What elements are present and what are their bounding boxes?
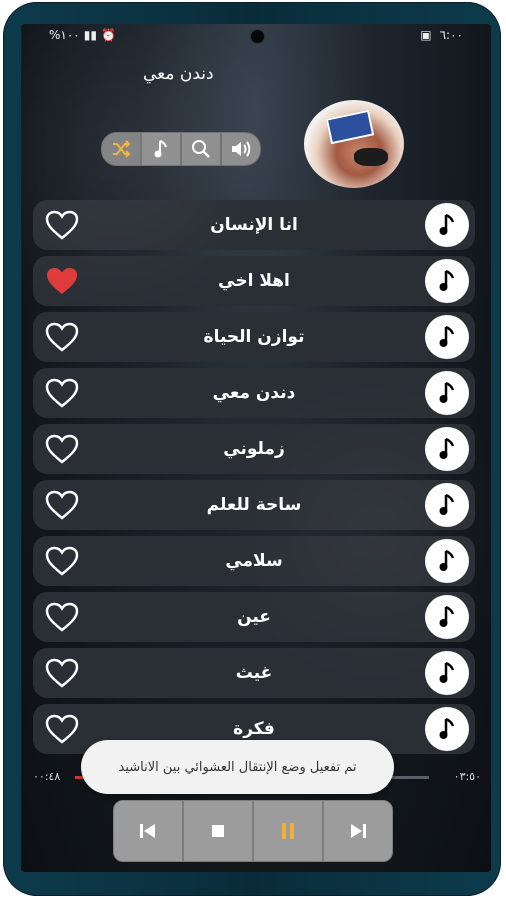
- song-title: اهلا اخي: [218, 271, 290, 291]
- music-note-icon: [439, 661, 455, 683]
- music-note-icon: [154, 140, 167, 158]
- song-row[interactable]: ساحة للعلم: [33, 480, 475, 530]
- song-title: عين: [237, 607, 271, 627]
- search-icon: [192, 140, 210, 158]
- favorite-button[interactable]: [43, 488, 81, 522]
- song-title: انا الإنسان: [210, 215, 298, 235]
- album-art-sticker: [325, 109, 375, 145]
- album-art: [304, 100, 404, 188]
- shuffle-button[interactable]: [101, 132, 141, 166]
- favorite-button[interactable]: [43, 208, 81, 242]
- heart-outline-icon: [45, 434, 79, 464]
- notification-icon: ▣: [420, 28, 432, 42]
- heart-outline-icon: [45, 714, 79, 744]
- music-note-icon: [439, 269, 455, 291]
- heart-outline-icon: [45, 546, 79, 576]
- song-row[interactable]: توازن الحياة: [33, 312, 475, 362]
- music-note-icon: [439, 717, 455, 739]
- song-list: انا الإنسان اهلا اخي توازن الحياة دندن م…: [33, 200, 475, 760]
- play-song-button[interactable]: [425, 595, 469, 639]
- status-left: %١٠٠ ▮▮ ⏰: [49, 28, 116, 42]
- heart-filled-icon: [47, 268, 77, 294]
- play-song-button[interactable]: [425, 315, 469, 359]
- stop-icon: [212, 825, 224, 837]
- album-art-figure: [354, 148, 388, 166]
- song-row[interactable]: عين: [33, 592, 475, 642]
- music-note-icon: [439, 213, 455, 235]
- toast-message: تم تفعيل وضع الإنتقال العشوائي بين الانا…: [81, 740, 394, 794]
- total-duration: ٠٣:٥٠: [453, 770, 481, 783]
- heart-outline-icon: [45, 378, 79, 408]
- shuffle-icon: [113, 140, 131, 158]
- favorite-button[interactable]: [43, 544, 81, 578]
- song-title: توازن الحياة: [203, 327, 305, 347]
- favorite-button[interactable]: [43, 376, 81, 410]
- song-title: ساحة للعلم: [206, 495, 302, 515]
- heart-outline-icon: [45, 490, 79, 520]
- next-button[interactable]: [323, 800, 393, 862]
- stop-button[interactable]: [183, 800, 253, 862]
- heart-outline-icon: [45, 210, 79, 240]
- skip-next-icon: [351, 824, 366, 838]
- favorite-button[interactable]: [43, 656, 81, 690]
- volume-icon: [232, 141, 251, 157]
- play-song-button[interactable]: [425, 259, 469, 303]
- status-time: ٦:٠٠: [439, 28, 463, 42]
- play-song-button[interactable]: [425, 539, 469, 583]
- elapsed-time: ٠٠:٤٨: [33, 770, 61, 783]
- alarm-icon: ⏰: [100, 28, 116, 42]
- heart-outline-icon: [45, 602, 79, 632]
- song-row[interactable]: دندن معي: [33, 368, 475, 418]
- pause-button[interactable]: [253, 800, 323, 862]
- music-note-icon: [439, 493, 455, 515]
- music-note-icon: [439, 437, 455, 459]
- status-right: ▣ ٦:٠٠: [420, 28, 463, 42]
- song-title: سلامي: [225, 551, 283, 571]
- favorite-button[interactable]: [43, 432, 81, 466]
- song-title: غيث: [235, 663, 273, 683]
- app-screen: %١٠٠ ▮▮ ⏰ ▣ ٦:٠٠ دندن معي انا الإنسان اه…: [21, 24, 491, 872]
- toolbar: [101, 132, 261, 166]
- status-bar: %١٠٠ ▮▮ ⏰ ▣ ٦:٠٠: [21, 24, 491, 48]
- song-row[interactable]: انا الإنسان: [33, 200, 475, 250]
- phone-frame: %١٠٠ ▮▮ ⏰ ▣ ٦:٠٠ دندن معي انا الإنسان اه…: [3, 2, 501, 896]
- play-song-button[interactable]: [425, 427, 469, 471]
- heart-outline-icon: [45, 658, 79, 688]
- song-row[interactable]: غيث: [33, 648, 475, 698]
- song-row[interactable]: زملوني: [33, 424, 475, 474]
- heart-outline-icon: [45, 322, 79, 352]
- music-button[interactable]: [141, 132, 181, 166]
- play-song-button[interactable]: [425, 651, 469, 695]
- play-song-button[interactable]: [425, 371, 469, 415]
- play-song-button[interactable]: [425, 203, 469, 247]
- song-title: زملوني: [223, 439, 285, 459]
- music-note-icon: [439, 549, 455, 571]
- pause-icon: [282, 823, 294, 839]
- song-title: دندن معي: [212, 383, 296, 403]
- battery-percent: %١٠٠: [49, 28, 80, 42]
- play-song-button[interactable]: [425, 483, 469, 527]
- music-note-icon: [439, 325, 455, 347]
- app-title: دندن معي: [143, 64, 214, 84]
- music-note-icon: [439, 605, 455, 627]
- song-row[interactable]: سلامي: [33, 536, 475, 586]
- skip-previous-icon: [140, 824, 155, 838]
- play-song-button[interactable]: [425, 707, 469, 751]
- previous-button[interactable]: [113, 800, 183, 862]
- favorite-button[interactable]: [43, 264, 81, 298]
- favorite-button[interactable]: [43, 320, 81, 354]
- favorite-button[interactable]: [43, 712, 81, 746]
- song-row[interactable]: اهلا اخي: [33, 256, 475, 306]
- favorite-button[interactable]: [43, 600, 81, 634]
- signal-icon: ▮▮: [83, 28, 97, 42]
- search-button[interactable]: [181, 132, 221, 166]
- front-camera: [250, 29, 265, 44]
- music-note-icon: [439, 381, 455, 403]
- playback-controls: [113, 800, 393, 862]
- volume-button[interactable]: [221, 132, 261, 166]
